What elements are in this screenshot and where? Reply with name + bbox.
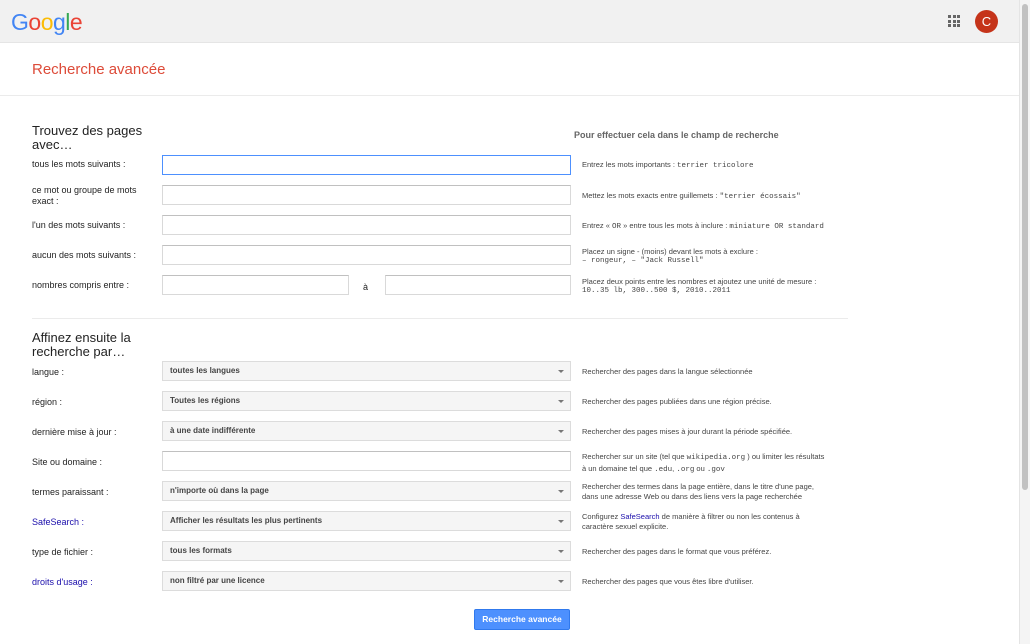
chevron-down-icon	[558, 580, 564, 583]
any-words-input[interactable]	[162, 215, 571, 235]
logo-letter: o	[28, 9, 41, 35]
logo-letter: o	[40, 9, 54, 35]
chevron-down-icon	[558, 370, 564, 373]
last-update-label: dernière mise à jour :	[32, 427, 117, 437]
language-select[interactable]: toutes les langues	[162, 361, 571, 381]
file-type-select[interactable]: tous les formats	[162, 541, 571, 561]
exact-phrase-input[interactable]	[162, 185, 571, 205]
safesearch-select[interactable]: Afficher les résultats les plus pertinen…	[162, 511, 571, 531]
site-domain-input[interactable]	[162, 451, 571, 471]
terms-appearing-label: termes paraissant :	[32, 487, 109, 497]
region-label: région :	[32, 397, 63, 407]
site-domain-hint: Rechercher sur un site (tel que wikipedi…	[582, 452, 825, 474]
logo-letter: g	[52, 9, 66, 35]
usage-rights-hint: Rechercher des pages que vous êtes libre…	[582, 577, 754, 586]
number-range-and-label: à	[363, 282, 369, 292]
number-range-from-input[interactable]	[162, 275, 349, 295]
logo-letter: G	[11, 9, 29, 35]
scrollbar-thumb[interactable]	[1022, 4, 1028, 490]
usage-rights-select[interactable]: non filtré par une licence	[162, 571, 571, 591]
chevron-down-icon	[558, 550, 564, 553]
exact-phrase-hint: Mettez les mots exacts entre guillemets …	[582, 191, 801, 201]
file-type-label: type de fichier :	[32, 547, 94, 557]
none-words-hint: Placez un signe - (moins) devant les mot…	[582, 247, 758, 265]
site-domain-label: Site ou domaine :	[32, 457, 103, 467]
hint-column-heading: Pour effectuer cela dans le champ de rec…	[574, 130, 779, 140]
terms-appearing-hint: Rechercher des termes dans la page entiè…	[582, 482, 814, 501]
usage-rights-link[interactable]: droits d'usage :	[32, 577, 93, 588]
google-logo[interactable]: Google	[11, 9, 83, 36]
apps-grid-icon[interactable]	[948, 15, 960, 27]
terms-appearing-select[interactable]: n'importe où dans la page	[162, 481, 571, 501]
advanced-search-button[interactable]: Recherche avancée	[474, 609, 570, 630]
chevron-down-icon	[558, 490, 564, 493]
refine-section-heading: Affinez ensuite la recherche par…	[32, 330, 131, 359]
avatar[interactable]: C	[975, 10, 998, 33]
region-select[interactable]: Toutes les régions	[162, 391, 571, 411]
safesearch-link[interactable]: SafeSearch :	[32, 517, 84, 528]
exact-phrase-label: ce mot ou groupe de mots exact :	[32, 185, 137, 206]
logo-letter: e	[69, 9, 83, 35]
top-bar: Google C	[0, 0, 1019, 43]
advanced-search-page: Google C Recherche avancée Trouvez des p…	[0, 0, 1030, 644]
language-label: langue :	[32, 367, 65, 377]
chevron-down-icon	[558, 520, 564, 523]
file-type-hint: Rechercher des pages dans le format que …	[582, 547, 772, 556]
language-hint: Rechercher des pages dans la langue séle…	[582, 367, 753, 376]
last-update-hint: Rechercher des pages mises à jour durant…	[582, 427, 793, 436]
none-words-label: aucun des mots suivants :	[32, 250, 137, 260]
chevron-down-icon	[558, 400, 564, 403]
page-title: Recherche avancée	[32, 61, 166, 78]
section-divider	[32, 318, 848, 319]
number-range-label: nombres compris entre :	[32, 280, 130, 290]
none-words-input[interactable]	[162, 245, 571, 265]
find-section-heading: Trouvez des pages avec…	[32, 123, 143, 152]
safesearch-hint: Configurez SafeSearch de manière à filtr…	[582, 512, 800, 531]
any-words-label: l'un des mots suivants :	[32, 220, 126, 230]
chevron-down-icon	[558, 430, 564, 433]
all-words-label: tous les mots suivants :	[32, 159, 126, 169]
title-bar: Recherche avancée	[0, 43, 1019, 96]
region-hint: Rechercher des pages publiées dans une r…	[582, 397, 772, 406]
last-update-select[interactable]: à une date indifférente	[162, 421, 571, 441]
number-range-to-input[interactable]	[385, 275, 571, 295]
all-words-input[interactable]	[162, 155, 571, 175]
safesearch-hint-link[interactable]: SafeSearch	[620, 512, 659, 521]
any-words-hint: Entrez « OR » entre tous les mots à incl…	[582, 221, 824, 231]
number-range-hint: Placez deux points entre les nombres et …	[582, 277, 817, 295]
page-scrollbar[interactable]	[1019, 0, 1030, 644]
all-words-hint: Entrez les mots importants : terrier tri…	[582, 160, 754, 170]
